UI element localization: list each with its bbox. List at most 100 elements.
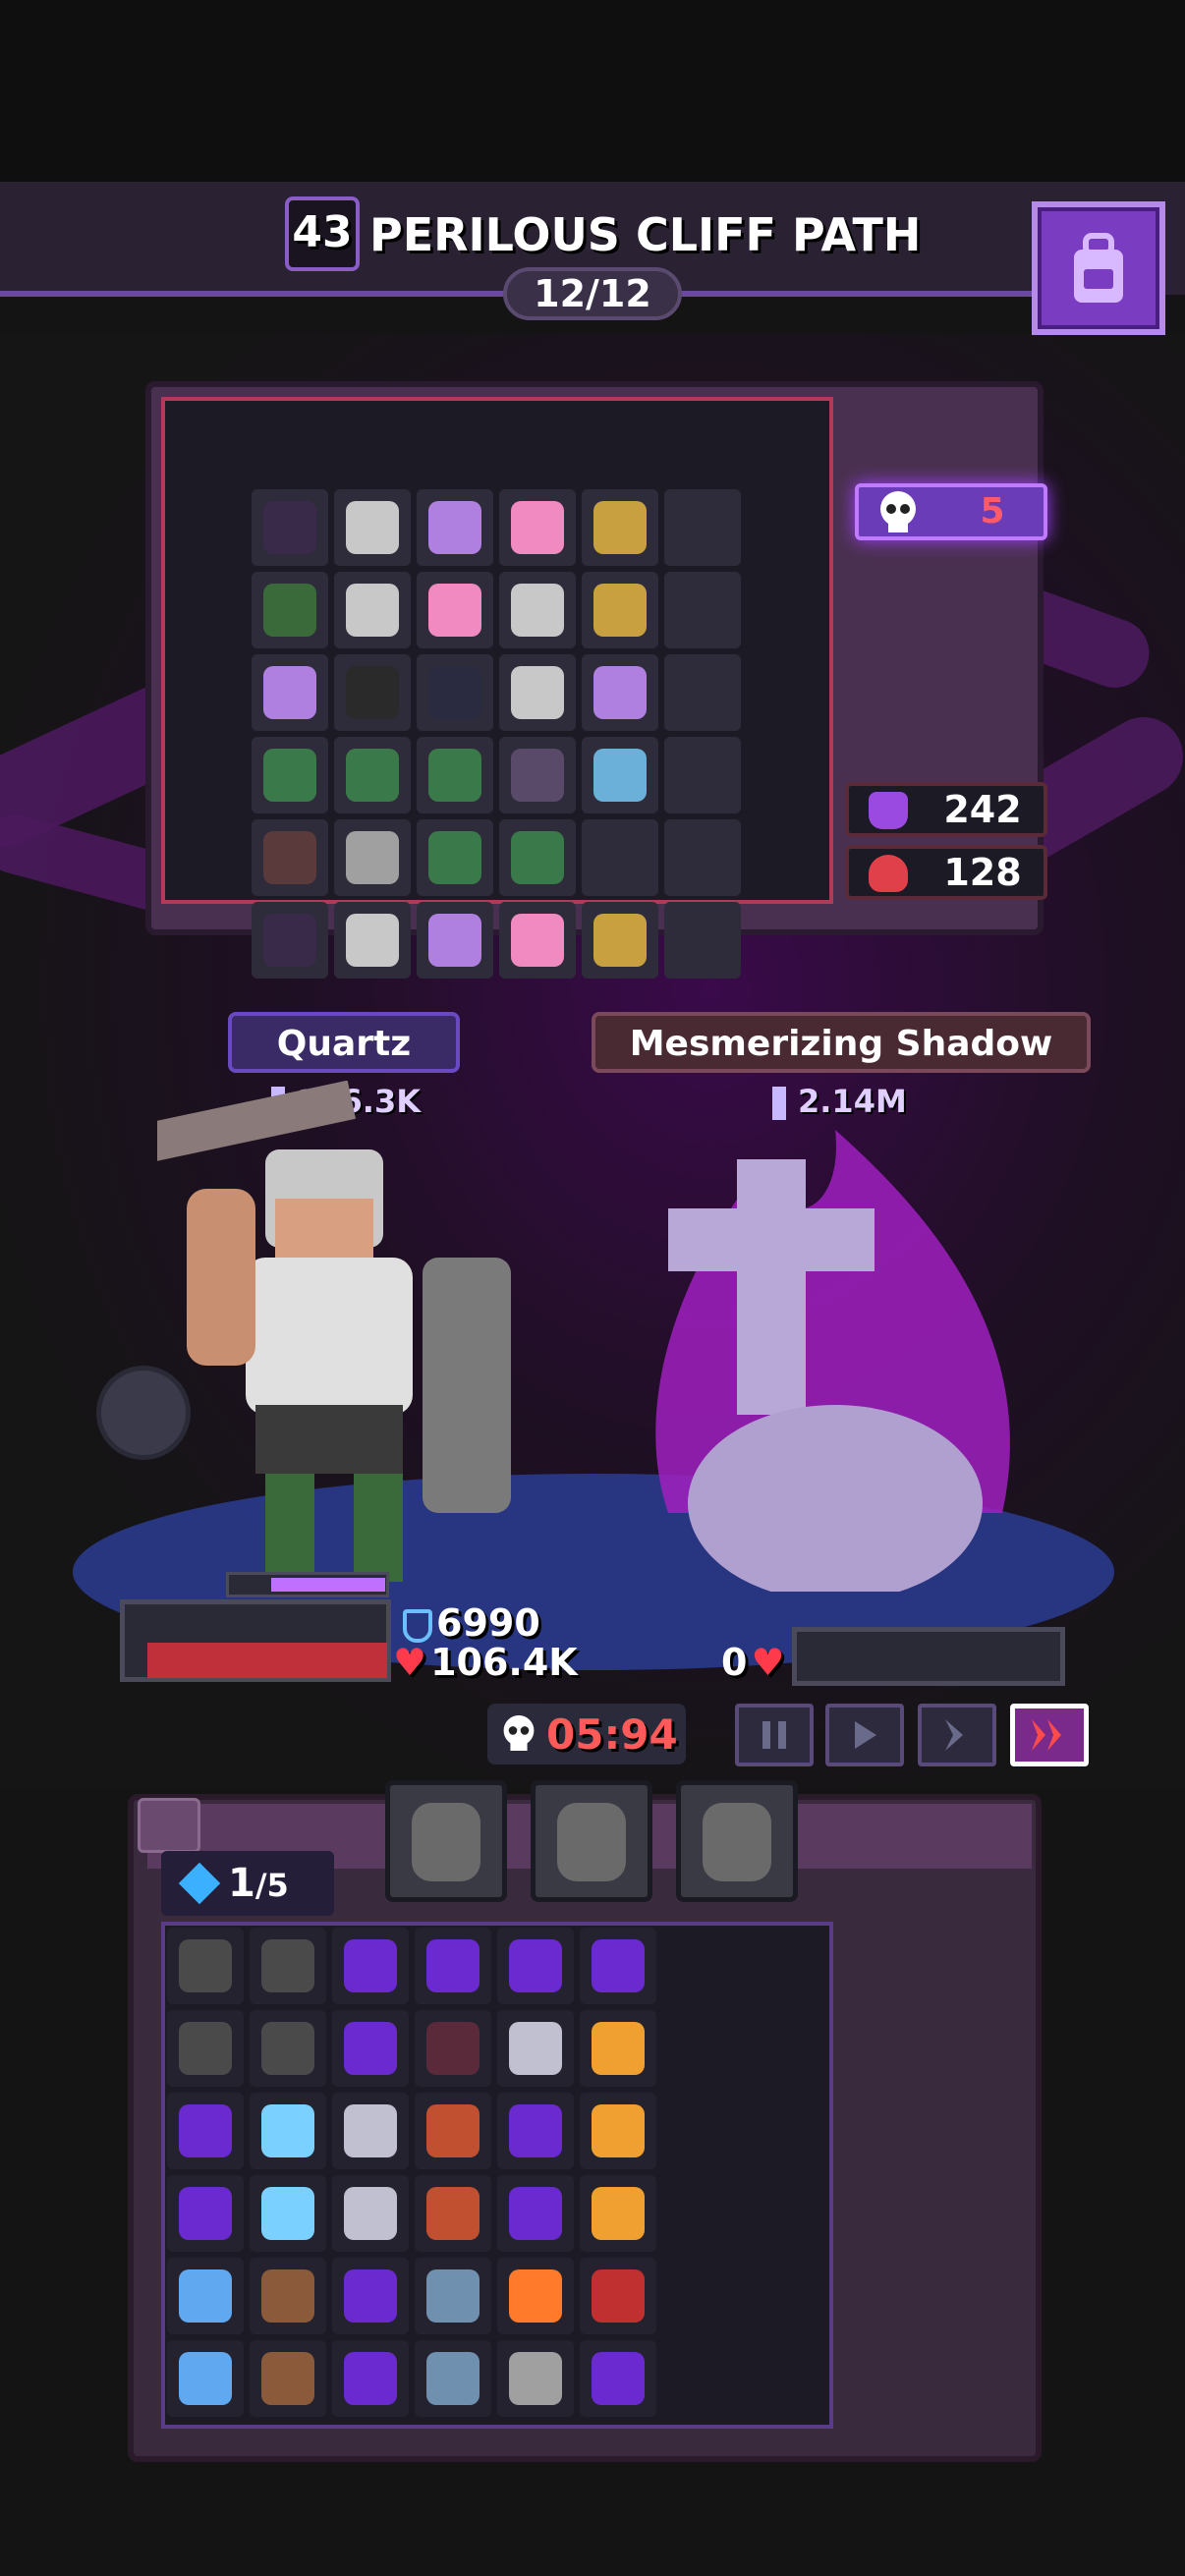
loot-slot[interactable] [252,737,328,813]
inventory-slot[interactable] [497,2010,574,2087]
item-icon [509,1939,562,1992]
inventory-slot[interactable] [167,2258,244,2334]
character-slot-1[interactable] [385,1780,507,1902]
inventory-slot[interactable] [167,2010,244,2087]
loot-slot[interactable] [334,572,411,648]
backpack-icon [1074,233,1123,303]
loot-slot[interactable] [252,902,328,979]
inventory-slot[interactable] [250,2010,326,2087]
loot-slot[interactable] [334,737,411,813]
play-button[interactable] [825,1704,904,1766]
loot-slot[interactable] [582,737,658,813]
inventory-slot[interactable] [332,1928,409,2004]
inventory-slot[interactable] [415,2175,491,2252]
inventory-slot[interactable] [497,2093,574,2169]
fastest-speed-button[interactable] [1010,1704,1089,1766]
loot-slot[interactable] [417,489,493,566]
item-icon [592,2352,645,2405]
inventory-slot[interactable] [415,2258,491,2334]
item-icon [344,1939,397,1992]
loot-slot[interactable] [334,489,411,566]
loot-slot[interactable] [664,819,741,896]
loot-slot[interactable] [417,572,493,648]
inventory-slot[interactable] [167,2093,244,2169]
loot-slot[interactable] [582,819,658,896]
loot-slot[interactable] [499,737,576,813]
item-icon [428,749,481,802]
loot-slot[interactable] [664,902,741,979]
loot-slot[interactable] [499,902,576,979]
inventory-slot[interactable] [250,1928,326,2004]
demon-icon [869,792,908,829]
inventory-slot[interactable] [580,2093,656,2169]
inventory-slot[interactable] [415,1928,491,2004]
inventory-slot[interactable] [580,2175,656,2252]
loot-slot[interactable] [499,819,576,896]
hero-portrait-avatar[interactable] [96,1366,191,1460]
loot-slot[interactable] [334,902,411,979]
inventory-slot[interactable] [332,2175,409,2252]
item-icon [344,2269,397,2323]
inventory-slot[interactable] [332,2010,409,2087]
inventory-slot[interactable] [415,2093,491,2169]
loot-slot[interactable] [417,737,493,813]
loot-slot[interactable] [664,737,741,813]
loot-slot[interactable] [499,572,576,648]
inventory-slot[interactable] [415,2340,491,2417]
inventory-slot[interactable] [497,2340,574,2417]
pause-button[interactable] [735,1704,814,1766]
inventory-slot[interactable] [497,1928,574,2004]
loot-slot[interactable] [417,819,493,896]
item-icon [263,914,316,967]
loot-slot[interactable] [582,489,658,566]
loot-slot[interactable] [499,654,576,731]
loot-slot[interactable] [582,572,658,648]
inventory-slot[interactable] [167,2340,244,2417]
backpack-button[interactable] [1032,201,1165,335]
enemy-hp-value: 0 [721,1641,748,1684]
inventory-slot[interactable] [332,2340,409,2417]
loot-slot[interactable] [664,489,741,566]
inventory-menu-button[interactable] [138,1798,200,1853]
loot-slot[interactable] [252,819,328,896]
inventory-slot[interactable] [250,2175,326,2252]
item-icon [511,666,564,719]
character-slot-2[interactable] [531,1780,652,1902]
inventory-slot[interactable] [250,2258,326,2334]
loot-slot[interactable] [252,572,328,648]
inventory-slot[interactable] [497,2175,574,2252]
inventory-slot[interactable] [332,2093,409,2169]
loot-slot[interactable] [417,902,493,979]
loot-slot[interactable] [334,819,411,896]
shield-icon [403,1608,432,1643]
inventory-slot[interactable] [497,2258,574,2334]
loot-slot[interactable] [252,489,328,566]
item-icon [428,666,481,719]
inventory-slot[interactable] [167,2175,244,2252]
loot-slot[interactable] [582,902,658,979]
loot-slot[interactable] [664,654,741,731]
loot-slot[interactable] [664,572,741,648]
loot-slot[interactable] [582,654,658,731]
character-slot-3[interactable] [676,1780,798,1902]
inventory-slot[interactable] [250,2093,326,2169]
inventory-slot[interactable] [250,2340,326,2417]
loot-slot[interactable] [252,654,328,731]
inventory-slot[interactable] [415,2010,491,2087]
item-icon [426,2352,480,2405]
loot-slot[interactable] [417,654,493,731]
loot-slot[interactable] [499,489,576,566]
fast-forward-button[interactable] [918,1704,996,1766]
item-icon [263,831,316,884]
item-icon [509,2352,562,2405]
inventory-slot[interactable] [580,2340,656,2417]
inventory-slot[interactable] [167,1928,244,2004]
inventory-slot[interactable] [332,2258,409,2334]
inventory-slot[interactable] [580,2010,656,2087]
loot-slot[interactable] [334,654,411,731]
heart-icon: ♥ [393,1641,427,1684]
stage-title: PERILOUS CLIFF PATH [369,208,922,261]
stat-red-value: 128 [943,851,1022,894]
inventory-slot[interactable] [580,2258,656,2334]
inventory-slot[interactable] [580,1928,656,2004]
